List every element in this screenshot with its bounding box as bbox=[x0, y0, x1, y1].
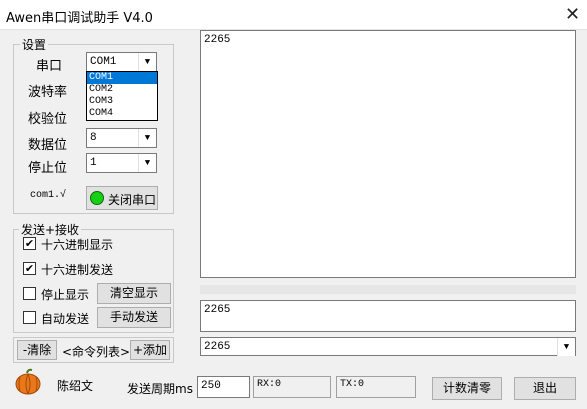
stop-display-label: 停止显示 bbox=[41, 288, 90, 302]
hex-display-checkbox[interactable]: ✔ bbox=[23, 237, 36, 250]
close-icon[interactable]: ✕ bbox=[558, 0, 587, 30]
stopbits-label: 停止位 bbox=[28, 161, 68, 176]
hex-send-label: 十六进制发送 bbox=[41, 263, 114, 277]
hex-display-label: 十六进制显示 bbox=[41, 238, 114, 252]
chevron-down-icon[interactable]: ▼ bbox=[138, 53, 156, 71]
close-port-button[interactable]: 关闭串口 bbox=[86, 186, 158, 210]
port-option-com2[interactable]: COM2 bbox=[87, 84, 157, 96]
command-select[interactable]: 2265 ▼ bbox=[200, 337, 576, 356]
scroll-track[interactable] bbox=[200, 285, 576, 294]
settings-legend: 设置 bbox=[20, 36, 49, 53]
stop-display-checkbox[interactable] bbox=[23, 287, 36, 300]
auto-send-checkbox[interactable] bbox=[23, 311, 36, 324]
baud-label: 波特率 bbox=[28, 85, 68, 100]
port-select-value: COM1 bbox=[90, 56, 117, 68]
stopbits-select-value: 1 bbox=[90, 157, 97, 169]
send-textarea[interactable]: 2265 bbox=[200, 300, 576, 332]
clear-display-button[interactable]: 清空显示 bbox=[97, 283, 171, 304]
port-option-com3[interactable]: COM3 bbox=[87, 96, 157, 108]
port-label: 串口 bbox=[36, 59, 63, 74]
port-select[interactable]: COM1 ▼ bbox=[86, 52, 157, 72]
receive-textarea[interactable]: 2265 bbox=[200, 30, 576, 278]
add-command-button[interactable]: +添加 bbox=[130, 340, 170, 360]
hex-send-checkbox[interactable]: ✔ bbox=[23, 262, 36, 275]
send-period-input[interactable]: 250 bbox=[197, 376, 250, 398]
databits-label: 数据位 bbox=[28, 138, 68, 153]
tx-counter: TX:0 bbox=[336, 376, 416, 398]
databits-select-value: 8 bbox=[90, 132, 97, 144]
led-indicator-icon bbox=[90, 191, 104, 205]
port-option-com1[interactable]: COM1 bbox=[87, 72, 157, 84]
close-port-button-label: 关闭串口 bbox=[108, 193, 157, 207]
chevron-down-icon[interactable]: ▼ bbox=[557, 338, 575, 356]
window-title: Awen串口调试助手 V4.0 bbox=[6, 11, 153, 26]
stopbits-select[interactable]: 1 ▼ bbox=[86, 153, 157, 173]
exit-button[interactable]: 退出 bbox=[514, 377, 576, 400]
parity-label: 校验位 bbox=[28, 112, 68, 127]
remove-command-button[interactable]: -清除 bbox=[17, 340, 57, 360]
send-period-label: 发送周期ms bbox=[127, 382, 193, 396]
manual-send-button[interactable]: 手动发送 bbox=[97, 307, 171, 328]
chevron-down-icon[interactable]: ▼ bbox=[138, 154, 156, 172]
port-status-text: com1.√ bbox=[30, 190, 67, 201]
clear-count-button[interactable]: 计数清零 bbox=[432, 377, 502, 400]
command-select-value: 2265 bbox=[204, 341, 231, 353]
chevron-down-icon[interactable]: ▼ bbox=[138, 129, 156, 147]
pumpkin-logo-icon bbox=[14, 368, 42, 396]
command-list-label: <命令列表> bbox=[62, 345, 131, 359]
port-dropdown[interactable]: COM1 COM2 COM3 COM4 bbox=[86, 71, 158, 121]
port-option-com4[interactable]: COM4 bbox=[87, 108, 157, 120]
author-label: 陈绍文 bbox=[57, 379, 94, 393]
rx-counter: RX:0 bbox=[253, 376, 331, 398]
databits-select[interactable]: 8 ▼ bbox=[86, 128, 157, 148]
auto-send-label: 自动发送 bbox=[41, 312, 90, 326]
